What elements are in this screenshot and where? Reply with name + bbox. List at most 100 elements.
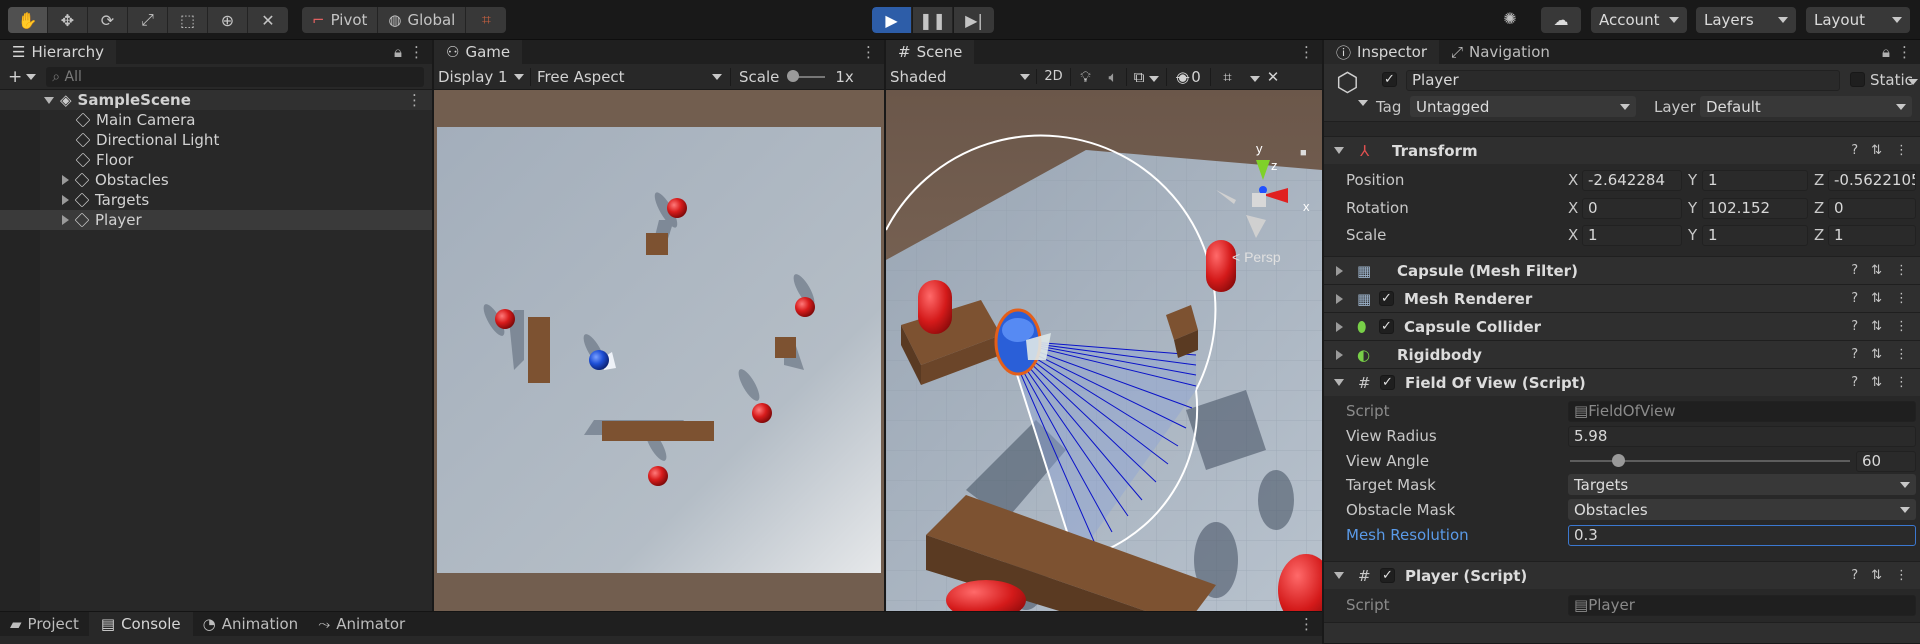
expand-arrow-icon[interactable] bbox=[1336, 265, 1343, 276]
gizmo-lock-icon[interactable]: ■ bbox=[1300, 147, 1307, 159]
tab-scene[interactable]: # Scene bbox=[886, 40, 975, 64]
scale-tool-icon[interactable]: ⤢ bbox=[128, 7, 168, 33]
shading-dropdown[interactable]: Shaded bbox=[886, 68, 1036, 86]
pivot-button[interactable]: ⌐ Pivot bbox=[302, 7, 379, 33]
rotation-y-field[interactable]: 102.152 bbox=[1702, 197, 1808, 219]
audio-toggle-icon[interactable]: 🔈︎ bbox=[1100, 68, 1126, 86]
object-name-field[interactable]: Player bbox=[1406, 70, 1840, 91]
scale-x-field[interactable]: 1 bbox=[1582, 224, 1682, 246]
expand-arrow-icon[interactable] bbox=[1334, 379, 1344, 386]
services-icon[interactable]: ✺ bbox=[1496, 9, 1524, 31]
hierarchy-item[interactable]: Floor bbox=[0, 150, 432, 170]
chevron-down-icon[interactable] bbox=[1244, 68, 1266, 86]
step-button[interactable]: ▶| bbox=[954, 7, 994, 33]
aspect-dropdown[interactable]: Free Aspect bbox=[530, 67, 730, 86]
static-checkbox[interactable] bbox=[1850, 72, 1865, 87]
expand-arrow-icon[interactable] bbox=[1336, 293, 1343, 304]
help-icon[interactable]: ? bbox=[1851, 319, 1858, 334]
tab-animation[interactable]: ◔ Animation bbox=[192, 612, 309, 636]
preset-icon[interactable]: ⇅ bbox=[1871, 375, 1882, 390]
kebab-menu-icon[interactable]: ⋮ bbox=[409, 43, 424, 61]
help-icon[interactable]: ? bbox=[1851, 143, 1858, 158]
layer-dropdown[interactable]: Default bbox=[1700, 96, 1912, 117]
cloud-button[interactable]: ☁ bbox=[1541, 7, 1581, 33]
slider-thumb[interactable] bbox=[787, 69, 800, 82]
play-button[interactable]: ▶ bbox=[872, 7, 912, 33]
display-dropdown[interactable]: Display 1 bbox=[434, 68, 530, 86]
help-icon[interactable]: ? bbox=[1851, 347, 1858, 362]
preset-icon[interactable]: ⇅ bbox=[1871, 143, 1882, 158]
position-x-field[interactable]: -2.642284 bbox=[1582, 169, 1682, 191]
lock-icon[interactable]: 🔒︎ bbox=[394, 43, 402, 61]
hierarchy-search-input[interactable]: ⌕ All bbox=[46, 66, 424, 87]
grid-dropdown-icon[interactable]: ⌗ bbox=[1210, 67, 1244, 86]
preset-icon[interactable]: ⇅ bbox=[1871, 291, 1882, 306]
add-icon[interactable]: + bbox=[8, 67, 22, 87]
preset-icon[interactable]: ⇅ bbox=[1871, 263, 1882, 278]
tab-inspector[interactable]: ⓘ Inspector bbox=[1324, 40, 1439, 64]
capsule-collider-header[interactable]: ⬮ ✓ Capsule Collider ? ⇅ ⋮ bbox=[1324, 312, 1920, 340]
chevron-down-icon[interactable] bbox=[1358, 100, 1368, 106]
kebab-menu-icon[interactable]: ⋮ bbox=[407, 91, 422, 109]
tab-navigation[interactable]: ⤢ Navigation bbox=[1438, 40, 1562, 64]
enabled-checkbox[interactable]: ✓ bbox=[1379, 319, 1394, 334]
expand-arrow-icon[interactable] bbox=[1336, 321, 1343, 332]
help-icon[interactable]: ? bbox=[1851, 291, 1858, 306]
view-angle-field[interactable]: 60 bbox=[1856, 450, 1916, 472]
target-mask-dropdown[interactable]: Targets bbox=[1568, 474, 1916, 495]
mesh-renderer-header[interactable]: ▦ ✓ Mesh Renderer ? ⇅ ⋮ bbox=[1324, 284, 1920, 312]
chevron-down-icon[interactable] bbox=[1908, 79, 1918, 85]
hierarchy-item[interactable]: Obstacles bbox=[0, 170, 432, 190]
mesh-filter-header[interactable]: ▦ Capsule (Mesh Filter) ? ⇅ ⋮ bbox=[1324, 256, 1920, 284]
kebab-menu-icon[interactable]: ⋮ bbox=[1299, 615, 1314, 633]
rotation-x-field[interactable]: 0 bbox=[1582, 197, 1682, 219]
hierarchy-item[interactable]: Main Camera bbox=[0, 110, 432, 130]
mode-2d-button[interactable]: 2D bbox=[1036, 69, 1070, 84]
enabled-checkbox[interactable]: ✓ bbox=[1380, 568, 1395, 583]
scale-y-field[interactable]: 1 bbox=[1702, 224, 1808, 246]
enabled-checkbox[interactable]: ✓ bbox=[1379, 291, 1394, 306]
kebab-menu-icon[interactable]: ⋮ bbox=[1299, 43, 1314, 61]
position-z-field[interactable]: -0.5622105 bbox=[1828, 169, 1916, 191]
global-button[interactable]: ◍ Global bbox=[378, 7, 467, 33]
kebab-menu-icon[interactable]: ⋮ bbox=[1895, 143, 1908, 158]
move-tool-icon[interactable]: ✥ bbox=[48, 7, 88, 33]
help-icon[interactable]: ? bbox=[1851, 375, 1858, 390]
tab-console[interactable]: ▤ Console bbox=[88, 612, 193, 636]
layout-dropdown[interactable]: Layout bbox=[1806, 7, 1910, 33]
kebab-menu-icon[interactable]: ⋮ bbox=[861, 43, 876, 61]
hierarchy-item[interactable]: Targets bbox=[0, 190, 432, 210]
expand-arrow-icon[interactable] bbox=[44, 96, 54, 104]
hierarchy-item-selected[interactable]: Player bbox=[0, 210, 432, 230]
position-y-field[interactable]: 1 bbox=[1702, 169, 1808, 191]
kebab-menu-icon[interactable]: ⋮ bbox=[1895, 291, 1908, 306]
expand-arrow-icon[interactable] bbox=[62, 215, 69, 225]
rotate-tool-icon[interactable]: ⟳ bbox=[88, 7, 128, 33]
expand-arrow-icon[interactable] bbox=[1336, 349, 1343, 360]
help-icon[interactable]: ? bbox=[1851, 568, 1858, 583]
kebab-menu-icon[interactable]: ⋮ bbox=[1897, 43, 1912, 61]
kebab-menu-icon[interactable]: ⋮ bbox=[1895, 319, 1908, 334]
kebab-menu-icon[interactable]: ⋮ bbox=[1895, 568, 1908, 583]
transform-tool-icon[interactable]: ⊕ bbox=[208, 7, 248, 33]
grid-snap-button[interactable]: ⌗ bbox=[466, 7, 506, 33]
mesh-resolution-field[interactable]: 0.3 bbox=[1568, 524, 1916, 546]
kebab-menu-icon[interactable]: ⋮ bbox=[1895, 347, 1908, 362]
slider-thumb[interactable] bbox=[1611, 454, 1625, 467]
obstacle-mask-dropdown[interactable]: Obstacles bbox=[1568, 499, 1916, 520]
scale-slider[interactable] bbox=[787, 69, 826, 82]
custom-tool-icon[interactable]: ✕ bbox=[248, 7, 288, 33]
tag-dropdown[interactable]: Untagged bbox=[1410, 96, 1636, 117]
tools-icon[interactable]: ✕ bbox=[1266, 68, 1280, 86]
hidden-objects-toggle[interactable]: ◉ 0 bbox=[1166, 67, 1210, 86]
perspective-label[interactable]: < Persp bbox=[1232, 249, 1281, 265]
expand-arrow-icon[interactable] bbox=[62, 195, 69, 205]
preset-icon[interactable]: ⇅ bbox=[1871, 347, 1882, 362]
tab-game[interactable]: ⚇ Game bbox=[434, 40, 523, 64]
kebab-menu-icon[interactable]: ⋮ bbox=[1895, 263, 1908, 278]
rigidbody-header[interactable]: ◐ Rigidbody ? ⇅ ⋮ bbox=[1324, 340, 1920, 368]
hand-tool-icon[interactable]: ✋ bbox=[8, 7, 48, 33]
view-radius-field[interactable]: 5.98 bbox=[1568, 425, 1916, 447]
hierarchy-item[interactable]: Directional Light bbox=[0, 130, 432, 150]
help-icon[interactable]: ? bbox=[1851, 263, 1858, 278]
